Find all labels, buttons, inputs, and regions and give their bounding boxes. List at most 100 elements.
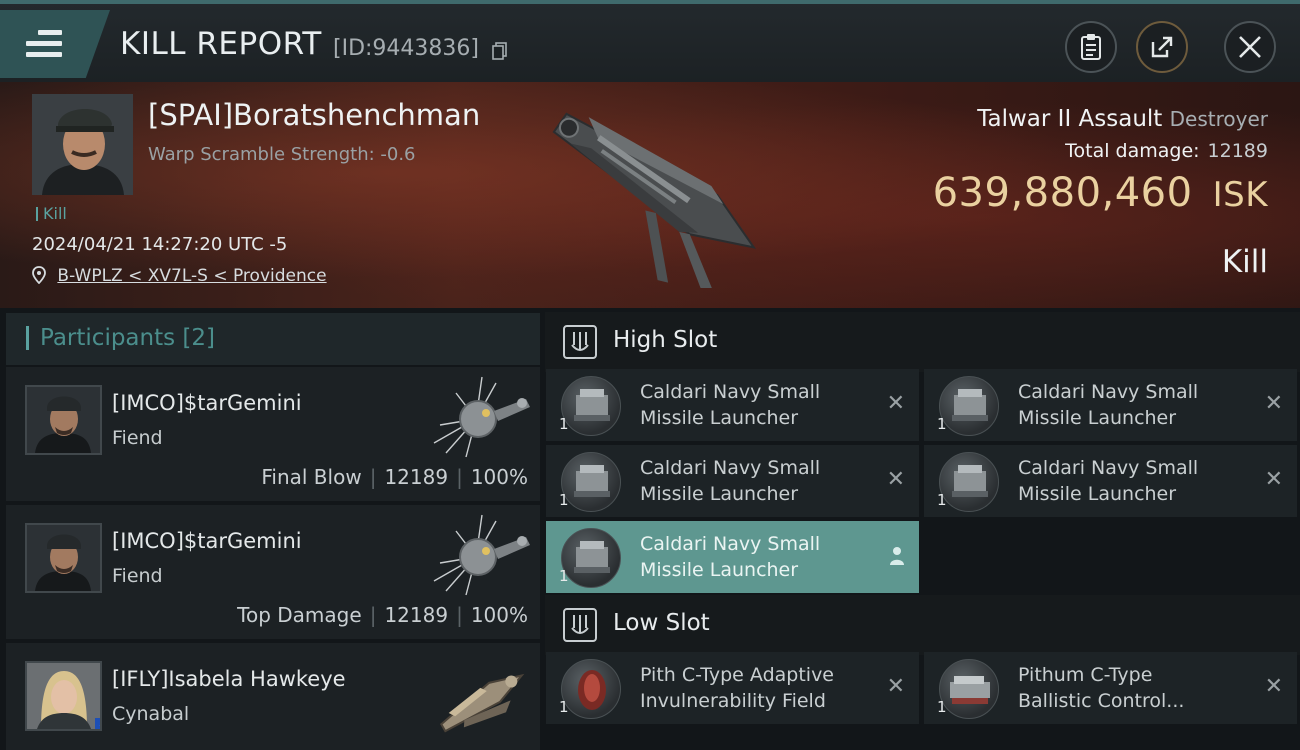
participant-role: Top Damage <box>237 603 362 627</box>
module-qty: 1 <box>559 415 569 433</box>
warp-scramble-strength: Warp Scramble Strength: -0.6 <box>148 144 416 165</box>
victim-ship-image[interactable] <box>520 88 790 288</box>
participant-portrait[interactable]: ★ <box>25 661 102 731</box>
participant-name[interactable]: [IFLY]Isabela Hawkeye <box>112 667 346 691</box>
share-icon <box>1151 36 1173 58</box>
destroyed-icon: ✕ <box>886 674 905 699</box>
kill-location[interactable]: B-WPLZ < XV7L-S < Providence <box>32 266 327 286</box>
shield-module-icon <box>561 659 621 719</box>
module-name: Caldari Navy Small Missile Launcher <box>640 379 880 431</box>
module-name: Caldari Navy Small Missile Launcher <box>640 531 880 583</box>
ship-name-text: Talwar II Assault <box>977 106 1163 132</box>
participant-damage: 12189 <box>384 465 449 489</box>
module-name-line2: Missile Launcher <box>1018 407 1177 429</box>
participant-row[interactable]: [IMCO]$tarGemini Fiend Top Damage | 12189 |… <box>6 505 540 639</box>
participant-row[interactable]: ★ [IFLY]Isabela Hawkeye Cynabal <box>6 643 540 750</box>
location-link[interactable]: B-WPLZ < XV7L-S < Providence <box>57 266 326 286</box>
module-name-line2: Missile Launcher <box>640 559 799 581</box>
module-item[interactable]: 1 Caldari Navy Small Missile Launcher ✕ <box>546 369 919 441</box>
participant-ship-image[interactable] <box>426 511 536 603</box>
total-damage-label: Total damage: <box>1065 140 1200 162</box>
missile-launcher-icon <box>561 528 621 588</box>
module-item[interactable]: 1 Caldari Navy Small Missile Launcher <box>546 521 919 593</box>
participant-stats: Top Damage | 12189 | 100% <box>237 603 528 627</box>
module-item[interactable]: 1 Caldari Navy Small Missile Launcher ✕ <box>924 445 1297 517</box>
module-name-line1: Pith C-Type Adaptive <box>640 664 834 686</box>
isk-unit: ISK <box>1212 175 1268 215</box>
location-pin-icon <box>32 266 46 285</box>
module-name-line1: Caldari Navy Small <box>1018 457 1199 479</box>
clipboard-button[interactable] <box>1065 21 1117 73</box>
close-button[interactable] <box>1224 21 1276 73</box>
destroyed-icon: ✕ <box>886 467 905 492</box>
low-slot-header: Low Slot <box>545 595 1300 655</box>
high-slot-header: High Slot <box>545 312 1300 372</box>
victim-name[interactable]: [SPAI]Boratshenchman <box>148 98 480 132</box>
total-damage-value: 12189 <box>1207 140 1268 162</box>
missile-launcher-icon <box>939 452 999 512</box>
destroyed-icon: ✕ <box>1264 391 1283 416</box>
module-item[interactable]: 1 Pithum C-Type Ballistic Control... ✕ <box>924 652 1297 724</box>
isk-amount: 639,880,460 <box>932 170 1193 216</box>
participant-ship: Fiend <box>112 427 163 449</box>
module-name-line1: Caldari Navy Small <box>640 457 821 479</box>
participants-title: Participants <box>40 325 176 351</box>
kill-tag: Kill <box>36 204 67 223</box>
victim-portrait[interactable] <box>32 94 133 195</box>
module-name-line1: Pithum C-Type <box>1018 664 1153 686</box>
header-accent-bar <box>26 326 29 350</box>
participant-ship: Fiend <box>112 565 163 587</box>
participant-name[interactable]: [IMCO]$tarGemini <box>112 391 302 415</box>
high-slot-title: High Slot <box>613 327 718 353</box>
destroyed-icon: ✕ <box>1264 467 1283 492</box>
missile-launcher-icon <box>561 376 621 436</box>
module-item[interactable]: 1 Pith C-Type Adaptive Invulnerability Fi… <box>546 652 919 724</box>
module-item[interactable]: 1 Caldari Navy Small Missile Launcher ✕ <box>546 445 919 517</box>
participant-portrait[interactable] <box>25 385 102 455</box>
close-icon <box>1239 36 1261 58</box>
participant-percent: 100% <box>470 603 528 627</box>
missile-launcher-icon <box>561 452 621 512</box>
participants-header: Participants [2] <box>6 313 540 365</box>
participant-damage: 12189 <box>384 603 449 627</box>
module-name: Caldari Navy Small Missile Launcher <box>1018 455 1258 507</box>
victim-ship-name[interactable]: Talwar II Assault Destroyer <box>977 106 1268 132</box>
module-qty: 1 <box>937 415 947 433</box>
module-qty: 1 <box>559 567 569 585</box>
module-name-line2: Missile Launcher <box>640 407 799 429</box>
page-title: KILL REPORT <box>120 26 322 62</box>
module-item[interactable]: 1 Caldari Navy Small Missile Launcher ✕ <box>924 369 1297 441</box>
ship-class-text: Destroyer <box>1169 107 1268 131</box>
participant-name[interactable]: [IMCO]$tarGemini <box>112 529 302 553</box>
module-name-line1: Caldari Navy Small <box>1018 381 1199 403</box>
star-badge-icon: ★ <box>95 718 100 729</box>
share-button[interactable] <box>1136 21 1188 73</box>
report-id: [ID:9443836] <box>333 36 479 61</box>
participant-stats: Final Blow | 12189 | 100% <box>261 465 528 489</box>
module-name: Caldari Navy Small Missile Launcher <box>640 455 880 507</box>
menu-button[interactable] <box>0 10 110 78</box>
module-qty: 1 <box>559 491 569 509</box>
module-qty: 1 <box>937 698 947 716</box>
low-slot-icon <box>563 608 597 642</box>
participant-ship: Cynabal <box>112 703 190 725</box>
missile-launcher-icon <box>939 376 999 436</box>
module-qty: 1 <box>559 698 569 716</box>
participant-role: Final Blow <box>261 465 362 489</box>
isk-value: 639,880,460 ISK <box>933 170 1268 216</box>
module-name-line2: Missile Launcher <box>640 483 799 505</box>
destroyed-icon: ✕ <box>886 391 905 416</box>
participant-row[interactable]: [IMCO]$tarGemini Fiend Final Blow | 12189 |… <box>6 367 540 501</box>
total-damage: Total damage: 12189 <box>1065 140 1268 162</box>
kill-datetime: 2024/04/21 14:27:20 UTC -5 <box>32 234 288 255</box>
participant-ship-image[interactable] <box>426 649 536 741</box>
module-name-line2: Ballistic Control... <box>1018 690 1185 712</box>
copy-icon[interactable] <box>492 42 508 60</box>
participant-ship-image[interactable] <box>426 373 536 465</box>
destroyed-icon: ✕ <box>1264 674 1283 699</box>
person-icon <box>890 547 904 565</box>
high-slot-icon <box>563 325 597 359</box>
participant-portrait[interactable] <box>25 523 102 593</box>
module-name: Pith C-Type Adaptive Invulnerability Fiel… <box>640 662 880 714</box>
module-name-line1: Caldari Navy Small <box>640 381 821 403</box>
